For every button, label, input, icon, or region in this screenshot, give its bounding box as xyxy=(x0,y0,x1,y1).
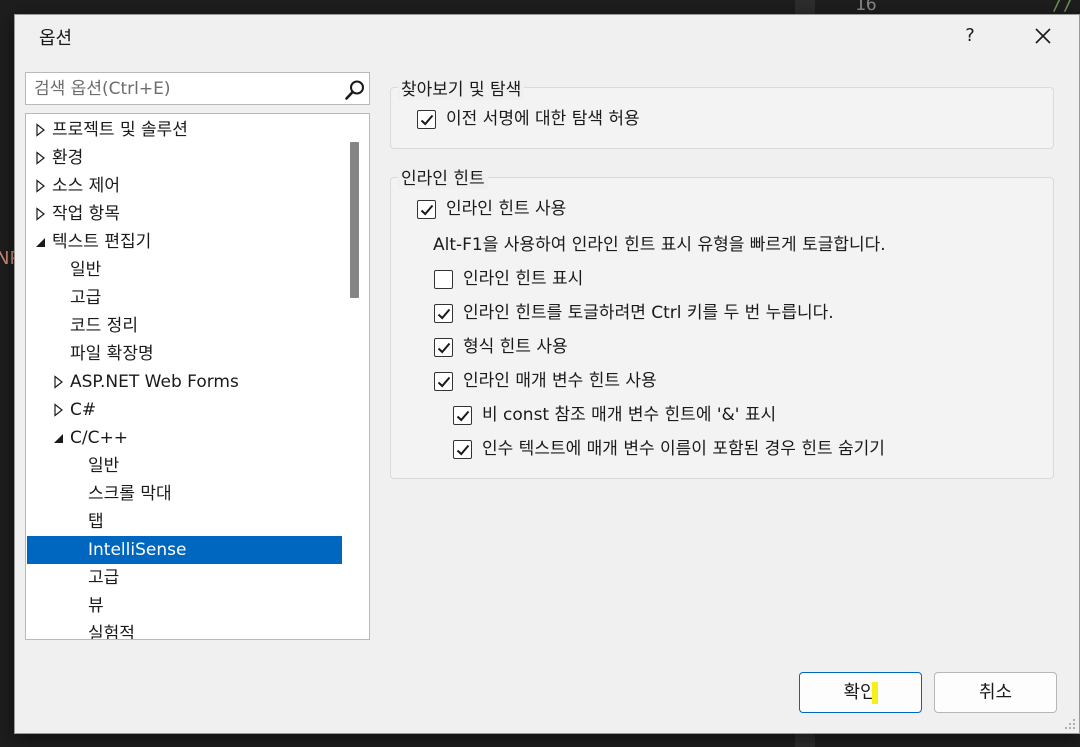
tree-item[interactable]: 일반 xyxy=(27,256,342,284)
tree-item[interactable]: IntelliSense xyxy=(27,536,342,564)
tree-item[interactable]: 고급 xyxy=(27,564,342,592)
option-label: 인라인 힌트 표시 xyxy=(463,269,584,289)
collapsed-arrow-icon[interactable] xyxy=(53,396,67,424)
tree-item-label: 일반 xyxy=(70,260,102,280)
close-icon xyxy=(1035,28,1051,44)
editor-comment-text: // xyxy=(1052,0,1074,15)
checkbox-checked[interactable] xyxy=(453,440,472,459)
tree-item[interactable]: C/C++ xyxy=(27,424,342,452)
checkbox-checked[interactable] xyxy=(434,304,453,323)
checkmark-icon xyxy=(456,410,470,422)
marker-highlight xyxy=(871,682,878,704)
group-inline-hints xyxy=(390,177,1054,479)
tree-item[interactable]: 고급 xyxy=(27,284,342,312)
tree-item[interactable]: 프로젝트 및 솔루션 xyxy=(27,116,342,144)
tree-item-label: 고급 xyxy=(70,288,102,308)
tree-item-label: ASP.NET Web Forms xyxy=(70,372,239,392)
tree-item-label: 뷰 xyxy=(88,596,104,616)
search-box xyxy=(25,72,370,105)
tree-item-label: 스크롤 막대 xyxy=(88,484,172,504)
search-input[interactable] xyxy=(26,73,336,104)
tree-item[interactable]: 환경 xyxy=(27,144,342,172)
alt-f1-hint-text: Alt-F1을 사용하여 인라인 힌트 표시 유형을 빠르게 토글합니다. xyxy=(433,235,886,255)
tree-item-label: 코드 정리 xyxy=(70,316,138,336)
tree-item[interactable]: 텍스트 편집기 xyxy=(27,228,342,256)
checkbox-checked[interactable] xyxy=(453,406,472,425)
tree-item-label: 탭 xyxy=(88,512,104,532)
tree-item-label: 고급 xyxy=(88,568,120,588)
checkmark-icon xyxy=(420,114,434,126)
option-label: 형식 힌트 사용 xyxy=(463,337,568,357)
tree-item-label: 프로젝트 및 솔루션 xyxy=(52,120,188,140)
collapsed-arrow-icon[interactable] xyxy=(35,172,49,200)
checkbox-checked[interactable] xyxy=(434,372,453,391)
checkbox-unchecked[interactable] xyxy=(434,270,453,289)
option-label: 인라인 힌트를 토글하려면 Ctrl 키를 두 번 누릅니다. xyxy=(463,303,834,323)
checkbox-checked[interactable] xyxy=(417,200,436,219)
tree-item-label: 실험적 xyxy=(88,624,135,640)
tree-item[interactable]: 탭 xyxy=(27,508,342,536)
tree-item[interactable]: 작업 항목 xyxy=(27,200,342,228)
group-browse-title: 찾아보기 및 탐색 xyxy=(398,75,525,100)
search-icon[interactable] xyxy=(344,79,366,101)
checkbox-checked[interactable] xyxy=(434,338,453,357)
cancel-button[interactable]: 취소 xyxy=(934,672,1057,713)
option-label: 인라인 힌트 사용 xyxy=(446,199,567,219)
resize-grip-icon[interactable] xyxy=(1064,718,1076,730)
tree-item-label: C/C++ xyxy=(70,428,128,448)
collapsed-arrow-icon[interactable] xyxy=(53,368,67,396)
checkmark-icon xyxy=(437,308,451,320)
option-label: 인라인 매개 변수 힌트 사용 xyxy=(463,371,657,391)
option-label: 인수 텍스트에 매개 변수 이름이 포함된 경우 힌트 숨기기 xyxy=(482,439,885,459)
collapsed-arrow-icon[interactable] xyxy=(35,144,49,172)
tree-item[interactable]: ASP.NET Web Forms xyxy=(27,368,342,396)
options-dialog: 옵션 ? 프로젝트 및 솔루션환경소스 제어작업 항목텍스트 편집기일반고급코드… xyxy=(14,14,1080,734)
checkmark-icon xyxy=(437,376,451,388)
tree-item[interactable]: 스크롤 막대 xyxy=(27,480,342,508)
collapsed-arrow-icon[interactable] xyxy=(35,200,49,228)
checkmark-icon xyxy=(420,204,434,216)
group-inline-hints-title: 인라인 힌트 xyxy=(398,164,488,189)
tree-item-label: 작업 항목 xyxy=(52,204,120,224)
tree-item-label: 텍스트 편집기 xyxy=(52,232,152,252)
dialog-title: 옵션 xyxy=(39,28,73,49)
tree-item[interactable]: 소스 제어 xyxy=(27,172,342,200)
collapsed-arrow-icon[interactable] xyxy=(35,116,49,144)
tree-scrollbar-thumb[interactable] xyxy=(350,142,359,298)
cancel-button-label: 취소 xyxy=(978,682,1013,703)
tree-item-label: C# xyxy=(70,400,97,420)
checkbox-checked[interactable] xyxy=(417,110,436,129)
ok-button[interactable]: 확인 xyxy=(799,672,922,713)
tree-item[interactable]: 코드 정리 xyxy=(27,312,342,340)
tree-item-label: 일반 xyxy=(88,456,120,476)
tree-item[interactable]: 파일 확장명 xyxy=(27,340,342,368)
tree-item-label: 소스 제어 xyxy=(52,176,120,196)
tree-item-label: IntelliSense xyxy=(88,540,187,560)
checkmark-icon xyxy=(456,444,470,456)
help-button[interactable]: ? xyxy=(953,19,987,53)
dialog-titlebar: 옵션 ? xyxy=(15,15,1079,57)
tree-item[interactable]: C# xyxy=(27,396,342,424)
option-label: 이전 서명에 대한 탐색 허용 xyxy=(446,109,640,129)
expanded-arrow-icon[interactable] xyxy=(35,228,49,256)
options-tree: 프로젝트 및 솔루션 환경 소스 제어 작업 항목 텍스트 편집기 일반 고급 코드 정리 파일… xyxy=(25,113,370,640)
expanded-arrow-icon[interactable] xyxy=(53,424,67,452)
tree-item[interactable]: 뷰 xyxy=(27,592,342,620)
checkmark-icon xyxy=(437,342,451,354)
tree-item-label: 환경 xyxy=(52,148,84,168)
editor-line-number: 16 xyxy=(855,0,877,15)
tree-item-label: 파일 확장명 xyxy=(70,344,154,364)
option-label: 비 const 참조 매개 변수 힌트에 '&' 표시 xyxy=(482,405,777,425)
tree-item[interactable]: 실험적 xyxy=(27,620,342,640)
close-button[interactable] xyxy=(1023,19,1063,53)
tree-item[interactable]: 일반 xyxy=(27,452,342,480)
